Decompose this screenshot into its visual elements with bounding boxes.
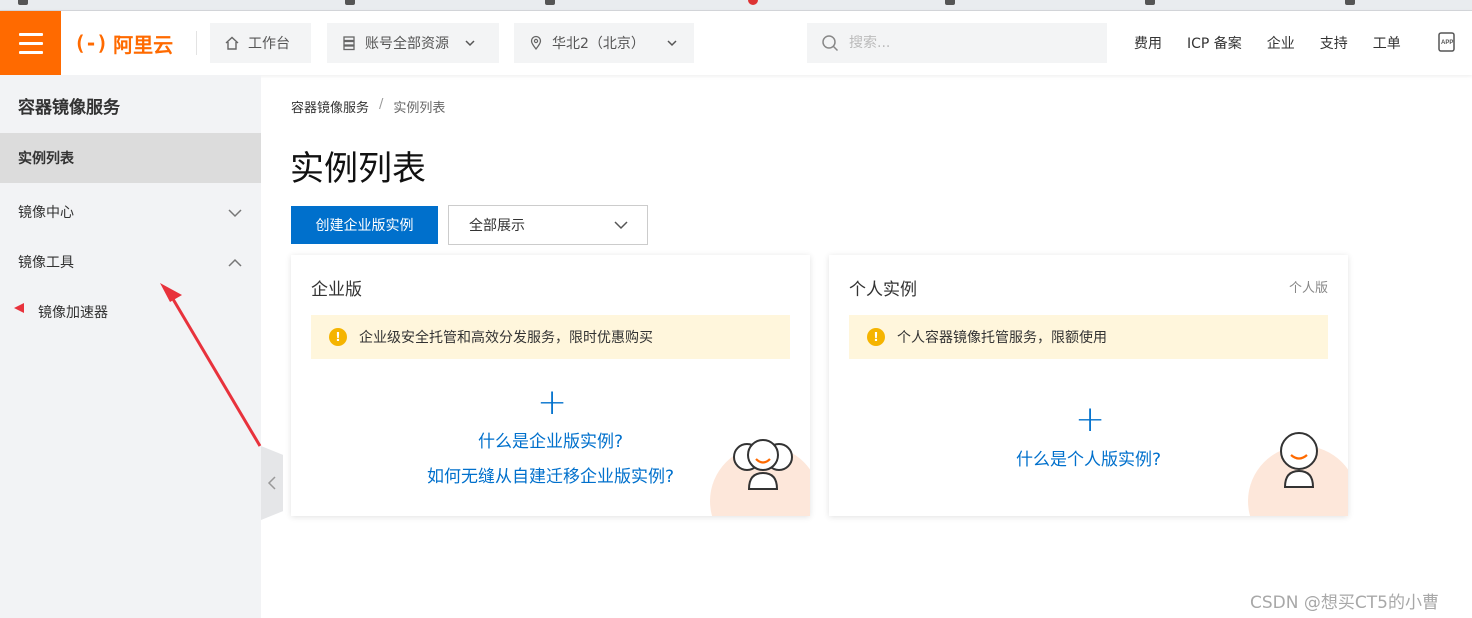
annotation-arrow [14,283,262,447]
notice-text: 企业级安全托管和高效分发服务，限时优惠购买 [359,330,653,346]
card-title: 个人实例 [849,280,917,300]
add-instance-plus-icon[interactable]: + [1075,402,1105,438]
tab-favicon-icon[interactable] [545,0,555,5]
add-instance-plus-icon[interactable]: + [537,385,567,421]
person-avatar-icon [1280,432,1318,488]
chevron-down-icon [465,40,475,47]
account-resources-label: 账号全部资源 [365,36,449,52]
breadcrumb-separator: / [379,97,384,112]
account-resources-dropdown[interactable]: 账号全部资源 [327,23,499,63]
warning-icon: ! [329,328,347,346]
filter-selected-value: 全部展示 [469,218,525,234]
search-icon [822,35,839,52]
location-pin-icon [530,35,542,51]
nav-link-billing[interactable]: 费用 [1134,33,1162,53]
nav-link-support[interactable]: 支持 [1320,33,1348,53]
warning-icon: ! [867,328,885,346]
page-title: 实例列表 [290,149,426,189]
region-label: 华北2（北京） [552,36,645,52]
chevron-down-icon [614,221,628,230]
card-title: 企业版 [311,280,362,300]
app-download-icon[interactable]: APP [1436,31,1458,53]
breadcrumb-root[interactable]: 容器镜像服务 [291,97,369,116]
global-search[interactable] [807,23,1107,63]
tab-favicon-icon[interactable] [945,0,955,5]
edition-tag: 个人版 [1288,281,1328,296]
tab-favicon-icon[interactable] [748,0,758,5]
server-stack-icon [343,36,355,51]
nav-link-icp[interactable]: ICP 备案 [1187,33,1242,53]
team-avatar-icon [733,439,793,490]
chevron-down-icon [667,40,677,47]
personal-instance-card: 个人实例 个人版 ! 个人容器镜像托管服务，限额使用 + 什么是个人版实例? [829,255,1348,516]
breadcrumb-current: 实例列表 [393,101,446,116]
csdn-watermark: CSDN @想买CT5的小曹 [1250,593,1439,613]
region-dropdown[interactable]: 华北2（北京） [514,23,694,63]
nav-link-tickets[interactable]: 工单 [1373,33,1401,53]
create-enterprise-instance-button[interactable]: 创建企业版实例 [291,206,438,244]
search-input[interactable] [849,35,1069,51]
breadcrumb: 容器镜像服务 / 实例列表 [291,97,445,116]
tab-favicon-icon[interactable] [1345,0,1355,5]
tab-favicon-icon[interactable] [345,0,355,5]
main-content: 容器镜像服务 / 实例列表 实例列表 创建企业版实例 全部展示 企业版 ! 企业… [261,75,1472,618]
usage-notice: ! 个人容器镜像托管服务，限额使用 [849,315,1328,359]
top-nav-links: 费用 ICP 备案 企业 支持 工单 [1134,11,1426,75]
enterprise-edition-card: 企业版 ! 企业级安全托管和高效分发服务，限时优惠购买 + 什么是企业版实例? … [291,255,810,516]
nav-link-enterprise[interactable]: 企业 [1267,33,1295,53]
instance-filter-select[interactable]: 全部展示 [448,205,648,245]
promo-notice: ! 企业级安全托管和高效分发服务，限时优惠购买 [311,315,790,359]
tab-favicon-icon[interactable] [1145,0,1155,5]
svg-text:APP: APP [1441,40,1453,46]
notice-text: 个人容器镜像托管服务，限额使用 [897,330,1107,346]
